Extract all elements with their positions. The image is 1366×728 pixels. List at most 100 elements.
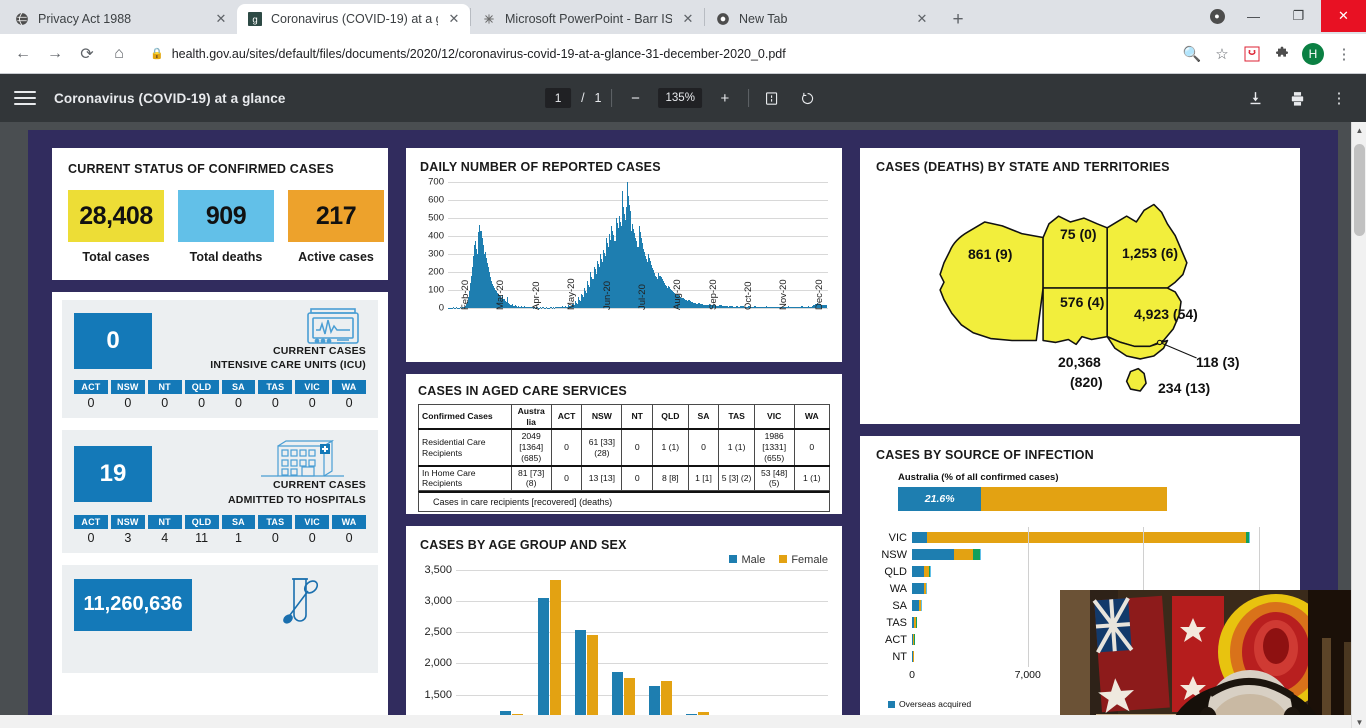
hospital-caption-line2: ADMITTED TO HOSPITALS [228, 493, 366, 506]
jur-label: ACT [74, 380, 108, 395]
segment [912, 532, 928, 543]
state-label: ACT [885, 633, 907, 646]
col-label-act: ACT [557, 411, 576, 422]
y-axis-tick: 200 [428, 266, 444, 278]
jur-value: 1 [234, 530, 242, 545]
x-axis-tick: Oct-20 [743, 281, 755, 310]
browser-tab-4[interactable]: New Tab ✕ [705, 4, 938, 34]
jur-nsw: NSW 3 [110, 514, 145, 545]
globe-icon [14, 11, 30, 27]
aged-care-card: CASES IN AGED CARE SERVICES Confirmed Ca… [404, 372, 844, 516]
source-row-NSW: NSW [876, 546, 1284, 563]
zoom-indicator-icon[interactable]: 🔍 [1178, 40, 1206, 68]
star-icon[interactable]: ☆ [1208, 40, 1236, 68]
fit-page-icon[interactable] [759, 85, 785, 111]
col-label-tas: TAS [728, 411, 745, 422]
jur-tas: TAS 0 [258, 514, 293, 545]
browser-tab-1[interactable]: Privacy Act 1988 ✕ [4, 4, 237, 34]
daily-cases-title: DAILY NUMBER OF REPORTED CASES [420, 160, 661, 174]
map-title: CASES (DEATHS) BY STATE AND TERRITORIES [876, 160, 1170, 174]
y-axis-tick: 700 [428, 176, 444, 188]
jur-vic: VIC 0 [295, 380, 330, 410]
tests-jurisdiction-row [74, 645, 366, 659]
tab-close-button[interactable]: ✕ [680, 11, 696, 27]
window-minimize-button[interactable]: — [1231, 0, 1276, 32]
window-close-button[interactable]: ✕ [1321, 0, 1366, 32]
stacked-bar [912, 532, 1284, 543]
rotate-icon[interactable] [795, 85, 821, 111]
pdf-page-controls: 1 / 1 − 135% + [545, 85, 821, 111]
jur-value: 0 [271, 396, 279, 411]
back-button[interactable]: ← [8, 39, 38, 69]
browser-tab-3[interactable]: Microsoft PowerPoint - Barr ISG ✕ [471, 4, 704, 34]
address-bar[interactable]: 🔒 health.gov.au/sites/default/files/docu… [142, 39, 1176, 68]
scrollbar-thumb[interactable] [1354, 144, 1365, 236]
icu-jurisdiction-row: ACT 0 NSW 0 NT 0 QLD 0 SA 0 TAS 0 VIC 0 WA 0 [74, 380, 366, 410]
jur-value: 0 [198, 396, 206, 411]
horizontal-scrollbar[interactable] [0, 715, 1351, 728]
tab-title: Microsoft PowerPoint - Barr ISG [505, 12, 672, 26]
vertical-scrollbar[interactable]: ▲ ▼ [1351, 122, 1366, 728]
print-icon[interactable] [1284, 85, 1310, 111]
col-header: Austra lia [510, 404, 552, 431]
age-group-30-39 [568, 570, 605, 728]
col-header: QLD [652, 404, 689, 431]
australia-map: 75 (0) 861 (9) 1,253 (6) 576 (4) 4,923 (… [876, 178, 1284, 400]
avatar[interactable]: H [1302, 42, 1324, 65]
reload-button[interactable]: ⟳ [72, 39, 102, 69]
tab-title: Privacy Act 1988 [38, 12, 132, 26]
lock-icon: 🔒 [150, 48, 164, 60]
tab-close-button[interactable]: ✕ [446, 11, 462, 27]
hamburger-icon[interactable] [14, 91, 36, 105]
page-number-input[interactable]: 1 [545, 88, 572, 108]
x-axis-tick: Jun-20 [601, 280, 613, 310]
browser-toolbar: ← → ⟳ ⌂ 🔒 health.gov.au/sites/default/fi… [0, 34, 1366, 74]
download-icon[interactable] [1242, 85, 1268, 111]
cell: 81 [73] (8) [510, 464, 552, 492]
stat-value: 217 [288, 190, 384, 242]
kebab-menu-icon[interactable]: ⋮ [1330, 40, 1358, 68]
kebab-menu-icon[interactable]: ⋮ [1326, 85, 1352, 111]
jur-label: NT [147, 380, 182, 395]
stat-total-deaths: 909 Total deaths [178, 190, 274, 264]
puzzle-icon[interactable] [1268, 40, 1296, 68]
map-label-vic-deaths: (820) [1070, 374, 1103, 390]
sync-paused-icon[interactable]: ● [1203, 0, 1231, 32]
window-maximize-button[interactable]: ❐ [1276, 0, 1321, 32]
pdf-page-viewport[interactable]: CURRENT STATUS OF CONFIRMED CASES 28,408… [0, 122, 1366, 728]
jur-value: 11 [195, 530, 209, 545]
scroll-down-arrow[interactable]: ▼ [1352, 714, 1366, 728]
tab-close-button[interactable]: ✕ [213, 11, 229, 27]
x-axis-tick: Dec-20 [813, 279, 825, 310]
metric-hospital: 19 CURRENT CASES ADMITTED TO HOSPITALS A… [62, 430, 378, 553]
tab-close-button[interactable]: ✕ [914, 11, 930, 27]
forward-button[interactable]: → [40, 39, 70, 69]
pdf-document-title: Coronavirus (COVID-19) at a glance [54, 90, 286, 106]
jur-wa: WA 0 [332, 380, 366, 410]
extension-red-icon[interactable] [1238, 40, 1266, 68]
jur-qld: QLD 0 [184, 380, 219, 411]
age-sex-card: CASES BY AGE GROUP AND SEX Male Female 3… [404, 524, 844, 728]
state-label: WA [889, 582, 907, 595]
scroll-up-arrow[interactable]: ▲ [1352, 122, 1366, 138]
browser-tab-2[interactable]: g Coronavirus (COVID-19) at a glan ✕ [237, 4, 470, 34]
jur-label: NT [147, 514, 182, 529]
aged-care-footnote: Cases in care recipients [recovered] (de… [418, 491, 830, 513]
zoom-in-button[interactable]: + [712, 85, 738, 111]
col-header: NSW [581, 404, 623, 431]
bar-female [549, 580, 561, 728]
x-axis-tick: Feb-20 [460, 279, 471, 310]
jur-value: 0 [308, 530, 316, 545]
legend-label: Male [741, 554, 766, 566]
state-label: SA [892, 599, 907, 612]
hospital-value: 19 [74, 445, 152, 502]
jur-nt: NT 0 [147, 380, 182, 410]
new-tab-button[interactable]: + [944, 6, 972, 34]
zoom-level: 135% [658, 88, 702, 108]
jur-tas: TAS 0 [258, 380, 293, 411]
source-subtitle: Australia (% of all confirmed cases) [898, 472, 1059, 483]
home-button[interactable]: ⌂ [104, 39, 134, 69]
x-axis-tick: Sep-20 [707, 279, 719, 310]
zoom-out-button[interactable]: − [623, 85, 649, 111]
bar-male [574, 630, 586, 728]
